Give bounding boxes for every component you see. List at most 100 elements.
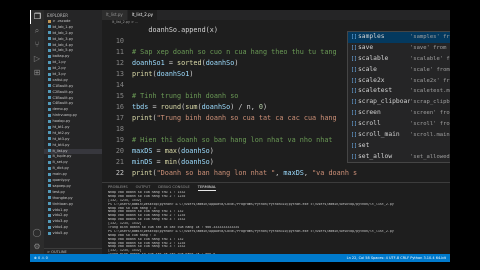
panel-tab[interactable]: OUTPUT [136,183,151,191]
editor-tab[interactable]: lt_list_2.py [127,10,159,20]
autocomplete-item[interactable]: []scrap_clipboard'scrap_clipboard' from [348,97,450,108]
python-file-icon [48,54,51,58]
code-text: doanhSo.append(x) [132,25,218,36]
panel-tabs: PROBLEMS OUTPUT DEBUG CONSOLE TERMINAL [102,183,450,191]
autocomplete-detail: 'scale' from the pytho [410,66,450,73]
autocomplete-item[interactable]: []screen 'screen' from the python [348,108,450,119]
file-tree-item[interactable]: vidu5.py [44,231,102,237]
file-tree-label: main.py [52,172,68,177]
python-file-icon [48,231,51,235]
autocomplete-item[interactable]: []samples 'samples' from the pytho [348,32,450,43]
code-token: maxDS [283,169,304,177]
source-control-icon[interactable]: ⑂ [30,38,44,52]
python-file-icon [48,143,51,147]
code-token: ) [189,70,194,78]
code-token: ) / n, [230,103,259,111]
editor-status-info[interactable]: Ln 22, Col 58 Spaces: 4 UTF-8 CRLF Pytho… [347,254,446,262]
files-icon[interactable]: ❐ [30,10,44,24]
code-token: print [132,70,153,78]
code-text: doanhSo1 = sorted(doanhSo) [132,58,238,69]
code-text: # Sap xep doanh so cuo n cua hang theo t… [132,47,337,58]
autocomplete-item[interactable]: []scale2x 'scale2x' from the pytho [348,76,450,87]
python-file-icon [48,78,51,82]
autocomplete-item[interactable]: []save 'save' from the python [348,43,450,54]
code-token: # Sap xep doanh so cuo n cua hang theo t… [132,48,337,56]
line-number: 17 [115,114,124,122]
code-token: = [164,59,178,67]
file-tree-label: thongke.py [52,195,73,200]
python-file-icon [48,101,51,105]
panel-tab[interactable]: TERMINAL [197,183,217,191]
python-file-icon [48,208,51,211]
autocomplete-detail: 'screen' from the python [410,110,450,117]
file-tree-label: hoalop.py [52,119,71,124]
autocomplete-item[interactable]: []scalable 'scalable' from the pytho [348,54,450,65]
file-tree-label: C2Baulit.py [52,89,74,94]
autocomplete-detail: 'scrap_clipboard' from [410,99,450,106]
module-icon: [] [351,121,358,128]
file-tree-label: vidu4.py [52,225,69,230]
line-number: 14 [115,81,124,89]
terminal-output[interactable]: Nhap vao doanh so cua hang thu 1 : 1532 N… [102,191,450,261]
explorer-header: EXPLORER [47,13,68,18]
file-tree-label: demo.py [52,107,69,112]
python-file-icon [48,219,51,223]
python-file-icon [48,48,51,52]
autocomplete-detail: 'samples' from the pytho [410,34,450,40]
panel-tab[interactable]: DEBUG CONSOLE [158,183,189,191]
file-tree-label: bt_lab_5.py [52,48,74,53]
python-file-icon [48,43,51,47]
account-icon[interactable]: ◯ [30,226,44,240]
python-file-icon [48,96,51,100]
line-number: 18 [115,125,124,133]
file-tree-label: ht_bt1.py [52,125,70,130]
file-tree-label: lt_tuple.py [52,154,72,159]
file-tree-label: test.py [52,189,65,194]
code-token: doanhSo [205,59,235,67]
code-token: # Tinh trung binh doanh so [132,92,239,100]
module-icon: [] [351,99,358,106]
problems-indicator[interactable]: ⊗ 0 ⚠ 0 [34,254,48,262]
module-icon: [] [351,44,358,51]
python-file-icon [48,107,51,111]
file-tree-label: baitap.py [52,54,70,59]
file-tree-label: bt_lab_4.py [52,42,74,47]
line-number: 12 [115,59,124,67]
code-token: min [164,158,178,166]
settings-icon[interactable]: ⚙ [30,240,44,254]
python-file-icon [48,190,51,194]
code-token: "Trung binh doanh so cua tat ca cac cua … [156,114,337,122]
module-icon: [] [351,110,358,117]
autocomplete-detail: 'scalable' from the pytho [410,55,450,62]
file-tree-label: tinhtoan.py [52,201,74,206]
autocomplete-item[interactable]: []scroll_main 'scroll.main' from the py [348,130,450,141]
code-token: ) [209,147,214,155]
code-text: maxDS = max(doanhSo) [132,146,214,157]
module-icon: [] [351,66,358,73]
panel-tab[interactable]: PROBLEMS [108,183,128,191]
code-token: # Hien thi doanh so ban hang lon nhat va… [132,136,333,144]
autocomplete-detail: 'save' from the python [410,44,450,51]
editor-tab[interactable]: lt_list.py [102,10,128,20]
autocomplete-item[interactable]: []scaletest 'scaletest.main' from [348,86,450,97]
autocomplete-label: save [358,43,374,51]
autocomplete-item[interactable]: [] set [348,141,450,152]
search-icon[interactable]: ⌕ [30,24,44,38]
module-icon: [] [351,153,358,160]
autocomplete-item[interactable]: []set_allow 'set_allowed' from the p [348,152,450,163]
status-bar: ⊗ 0 ⚠ 0 Ln 22, Col 58 Spaces: 4 UTF-8 CR… [30,254,450,262]
line-number: 16 [115,103,124,111]
autocomplete-item[interactable]: []scroll 'scroll' from the python [348,119,450,130]
python-file-icon [48,178,51,182]
run-debug-icon[interactable]: ▷ [30,52,44,66]
code-token: tbds [132,103,149,111]
code-token: print [132,114,153,122]
autocomplete-label: screen [358,109,381,117]
extensions-icon[interactable]: ⊞ [30,66,44,80]
code-token: minDS [132,158,153,166]
autocomplete-item[interactable]: []scale 'scale' from the pytho [348,65,450,76]
code-line[interactable]: 22 print("Doanh so ban hang lon nhat ", m… [102,168,450,179]
autocomplete-label: scrap_clipboard [358,98,410,106]
python-file-icon [48,137,51,141]
autocomplete-label: set [358,141,370,149]
